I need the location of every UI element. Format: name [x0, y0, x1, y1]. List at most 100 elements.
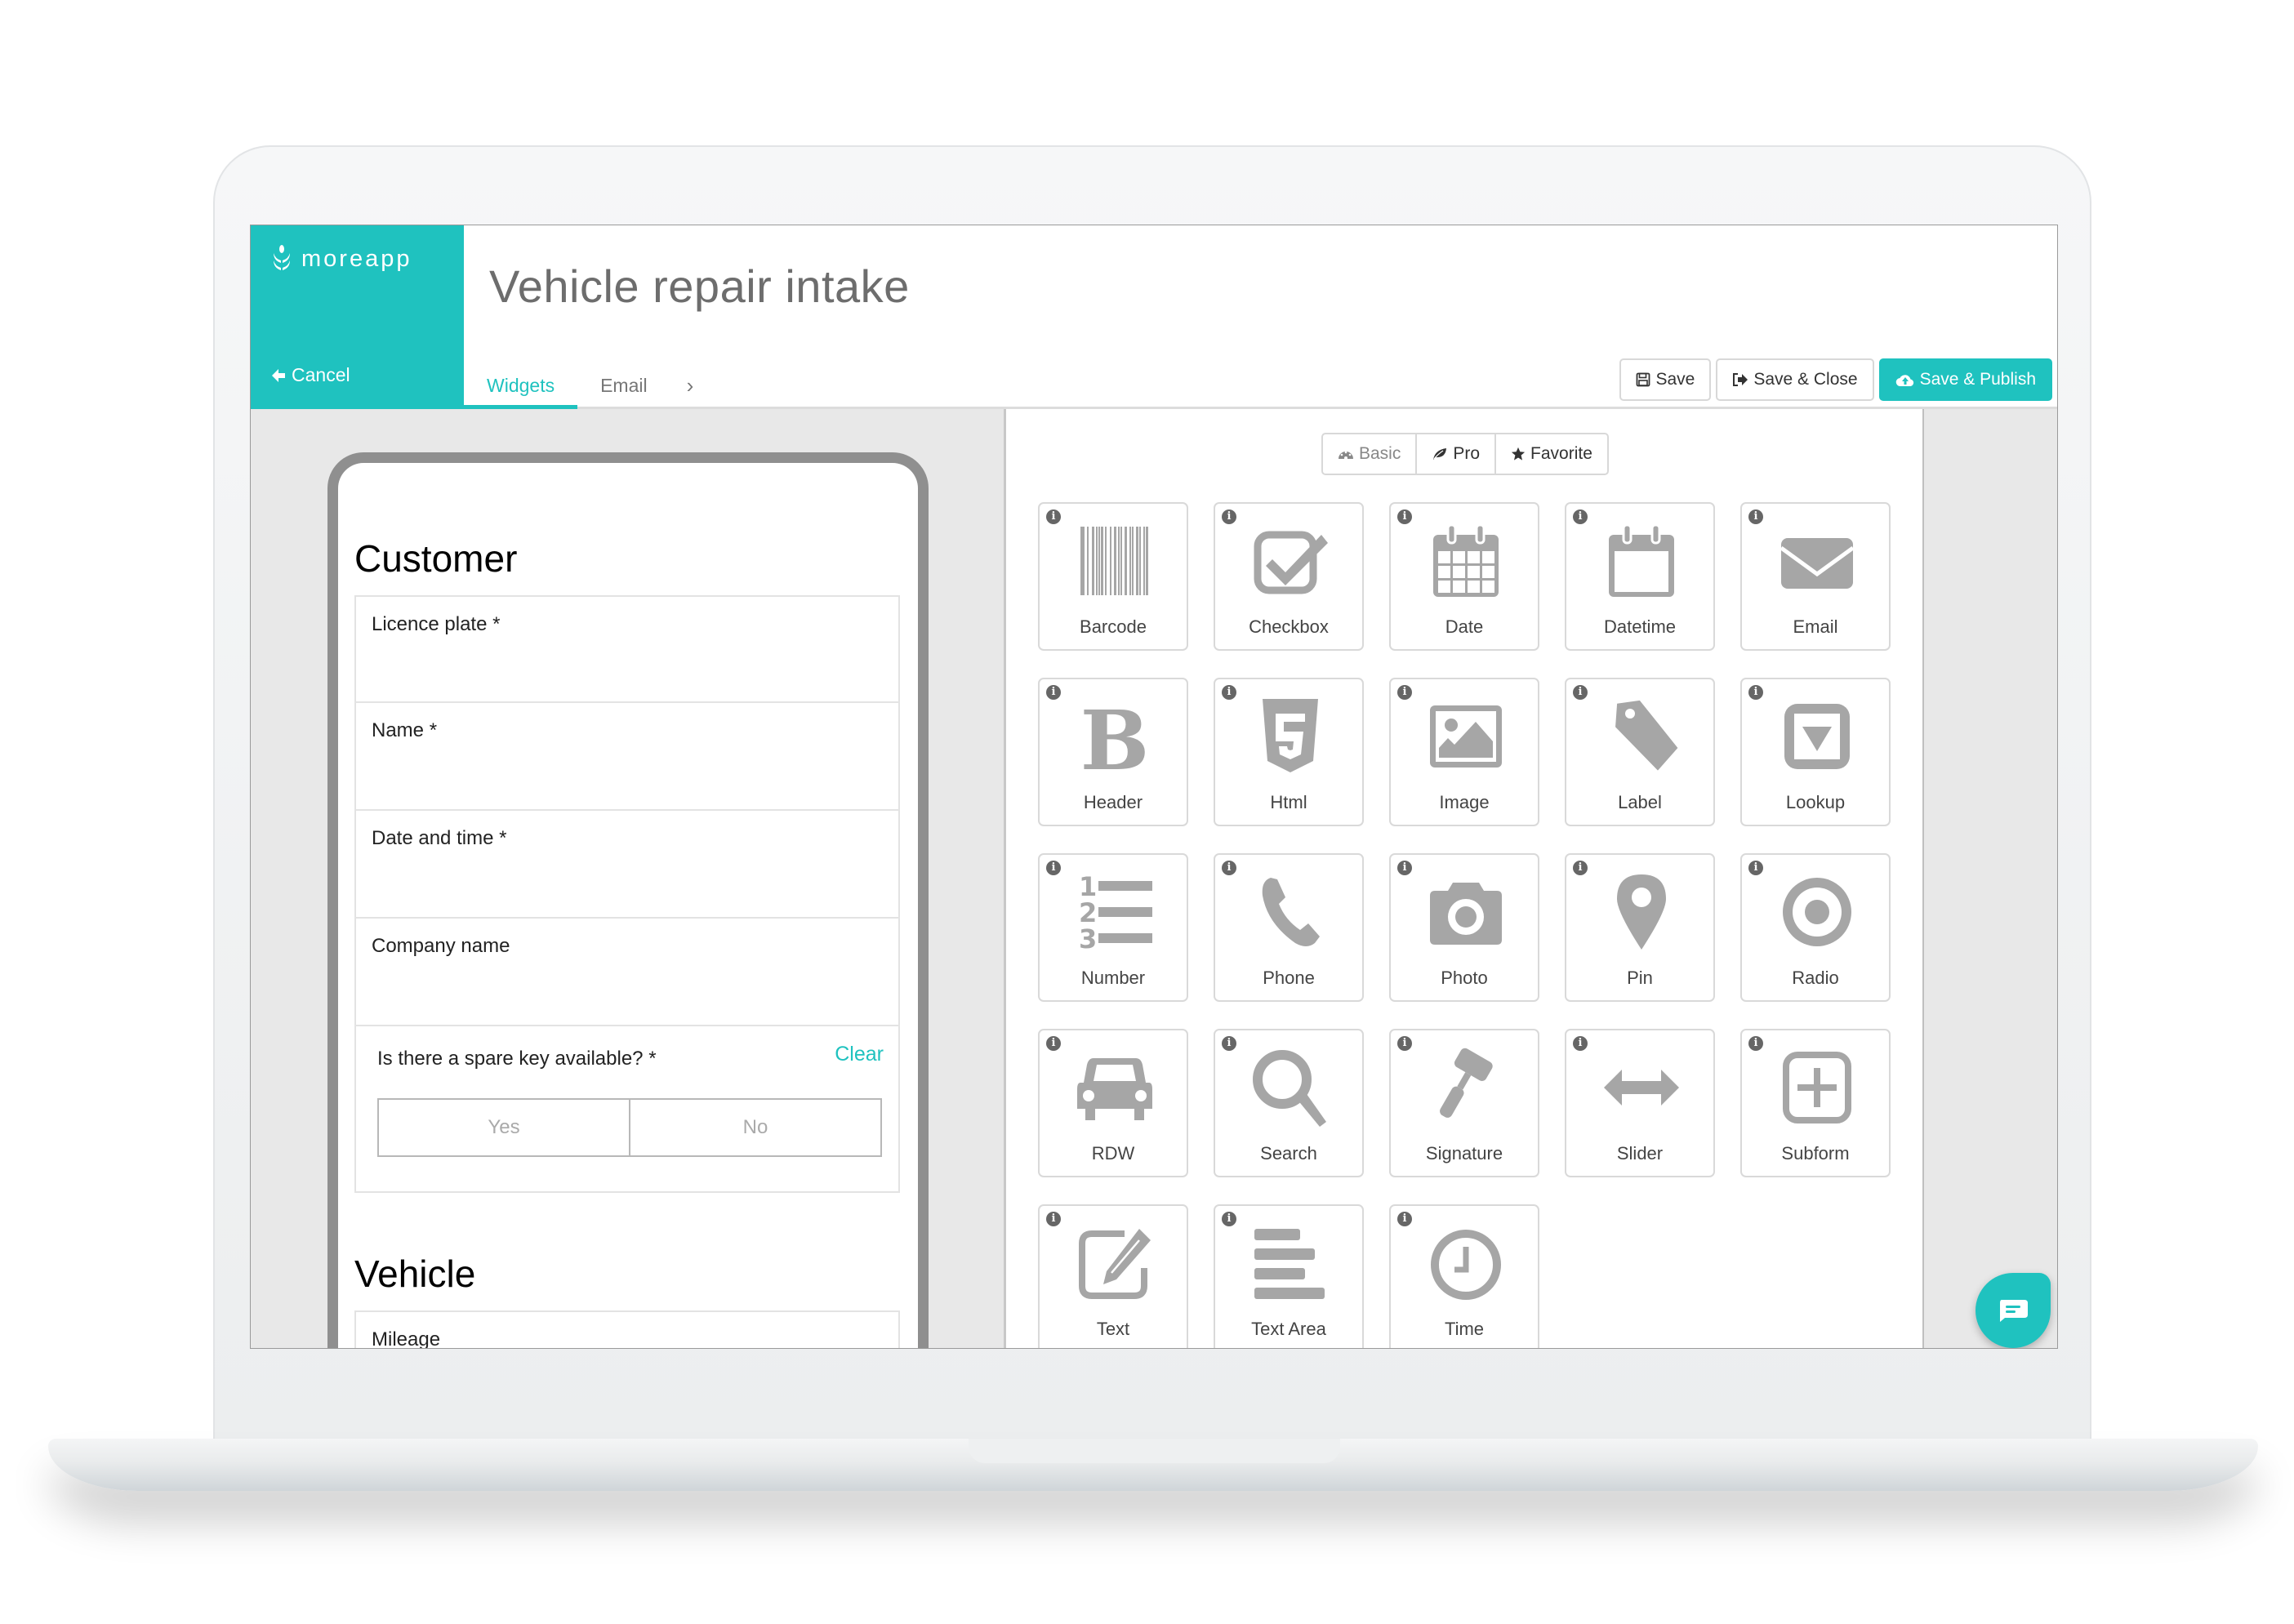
widget-tile-barcode[interactable]: i Barcode: [1038, 502, 1188, 651]
cancel-button[interactable]: Cancel: [270, 364, 350, 386]
search-icon: [1253, 1050, 1326, 1127]
slider-icon: [1604, 1070, 1679, 1106]
widget-tile-signature[interactable]: i Signature: [1389, 1029, 1539, 1177]
widget-tile-rdw[interactable]: i RDW: [1038, 1029, 1188, 1177]
field-spare-key: Is there a spare key available? * Clear …: [354, 1026, 900, 1193]
save-close-button[interactable]: Save & Close: [1716, 358, 1874, 401]
info-icon[interactable]: i: [1397, 861, 1412, 875]
info-icon[interactable]: i: [1222, 509, 1236, 524]
info-icon[interactable]: i: [1573, 1036, 1588, 1051]
section-title-customer: Customer: [354, 537, 518, 580]
widget-tile-image[interactable]: i Image: [1389, 678, 1539, 826]
dashboard-icon: [1339, 451, 1353, 460]
laptop-notch: [969, 1439, 1340, 1463]
radio-icon: [1783, 878, 1851, 946]
field-name[interactable]: Name *: [354, 703, 900, 811]
filter-basic[interactable]: Basic: [1323, 434, 1415, 474]
widget-label: Subform: [1781, 1143, 1850, 1163]
widget-tile-search[interactable]: i Search: [1214, 1029, 1364, 1177]
brand-logo[interactable]: moreapp: [272, 245, 412, 273]
widget-tile-label[interactable]: i Label: [1565, 678, 1715, 826]
info-icon[interactable]: i: [1222, 861, 1236, 875]
field-licence-plate[interactable]: Licence plate *: [354, 595, 900, 703]
widget-tile-datetime[interactable]: i Datetime: [1565, 502, 1715, 651]
customer-fields: Licence plate * Name * Date and time * C…: [354, 595, 900, 1193]
save-button[interactable]: Save: [1619, 358, 1712, 401]
info-icon[interactable]: i: [1397, 509, 1412, 524]
html-icon: [1263, 699, 1318, 772]
chevron-right-icon[interactable]: ›: [670, 364, 710, 407]
filter-favorite[interactable]: Favorite: [1494, 434, 1607, 474]
widget-tile-radio[interactable]: i Radio: [1740, 853, 1891, 1002]
info-icon[interactable]: i: [1046, 509, 1061, 524]
info-icon[interactable]: i: [1397, 1212, 1412, 1226]
gavel-icon: [1440, 1048, 1493, 1118]
widget-label: Search: [1260, 1143, 1317, 1163]
right-gutter: [1922, 409, 2057, 1348]
filter-basic-label: Basic: [1359, 444, 1401, 463]
widget-tile-subform[interactable]: i Subform: [1740, 1029, 1891, 1177]
widget-tile-lookup[interactable]: i Lookup: [1740, 678, 1891, 826]
widget-tile-phone[interactable]: i Phone: [1214, 853, 1364, 1002]
info-icon[interactable]: i: [1573, 509, 1588, 524]
info-icon[interactable]: i: [1046, 1036, 1061, 1051]
info-icon[interactable]: i: [1748, 685, 1763, 700]
save-publish-label: Save & Publish: [1919, 370, 2036, 389]
info-icon[interactable]: i: [1573, 685, 1588, 700]
field-date-time[interactable]: Date and time *: [354, 811, 900, 919]
info-icon[interactable]: i: [1222, 1036, 1236, 1051]
info-icon[interactable]: i: [1748, 1036, 1763, 1051]
widget-tile-text-area[interactable]: i Text Area: [1214, 1204, 1364, 1348]
field-company-name[interactable]: Company name: [354, 919, 900, 1026]
widget-tile-header[interactable]: i B Header: [1038, 678, 1188, 826]
sign-out-icon: [1733, 373, 1748, 386]
info-icon[interactable]: i: [1573, 861, 1588, 875]
leaf-icon: [1433, 448, 1447, 460]
time-icon: [1431, 1230, 1501, 1300]
widget-label: Pin: [1627, 968, 1653, 988]
chat-button[interactable]: [1976, 1273, 2051, 1348]
info-icon[interactable]: i: [1397, 1036, 1412, 1051]
widget-tile-checkbox[interactable]: i Checkbox: [1214, 502, 1364, 651]
info-icon[interactable]: i: [1046, 1212, 1061, 1226]
car-icon: [1077, 1058, 1152, 1120]
widget-tile-html[interactable]: i Html: [1214, 678, 1364, 826]
clear-button[interactable]: Clear: [835, 1043, 884, 1066]
info-icon[interactable]: i: [1748, 509, 1763, 524]
widget-tile-email[interactable]: i Email: [1740, 502, 1891, 651]
widget-label: Barcode: [1080, 616, 1147, 637]
lookup-icon: [1784, 704, 1850, 769]
option-yes[interactable]: Yes: [379, 1100, 629, 1155]
cancel-label: Cancel: [292, 364, 350, 385]
save-close-label: Save & Close: [1753, 370, 1858, 389]
widget-tile-slider[interactable]: i Slider: [1565, 1029, 1715, 1177]
info-icon[interactable]: i: [1397, 685, 1412, 700]
email-icon: [1780, 538, 1855, 589]
field-mileage[interactable]: Mileage: [354, 1310, 900, 1348]
tab-widgets[interactable]: Widgets: [464, 364, 578, 409]
widget-label: Signature: [1425, 1143, 1503, 1163]
widget-tile-time[interactable]: i Time: [1389, 1204, 1539, 1348]
save-publish-button[interactable]: Save & Publish: [1878, 358, 2052, 401]
app-screen: moreapp Cancel Vehicle repair intake Wid…: [250, 225, 2058, 1349]
widget-label: Slider: [1616, 1143, 1664, 1163]
section-title-vehicle: Vehicle: [354, 1252, 476, 1295]
widget-tile-date[interactable]: i Date: [1389, 502, 1539, 651]
phone-icon: [1262, 878, 1320, 946]
info-icon[interactable]: i: [1222, 1212, 1236, 1226]
tab-email[interactable]: Email: [577, 364, 670, 407]
filter-pro[interactable]: Pro: [1415, 434, 1494, 474]
widget-tile-photo[interactable]: i Photo: [1389, 853, 1539, 1002]
info-icon[interactable]: i: [1748, 861, 1763, 875]
info-icon[interactable]: i: [1222, 685, 1236, 700]
form-preview-panel: Customer Licence plate * Name * Date and…: [251, 409, 1004, 1348]
image-icon: [1430, 705, 1502, 768]
widget-tile-number[interactable]: i 1 2 3 Number: [1038, 853, 1188, 1002]
widget-label: Text: [1096, 1319, 1130, 1339]
widget-tile-text[interactable]: i Text: [1038, 1204, 1188, 1348]
option-no[interactable]: No: [629, 1100, 880, 1155]
widget-tile-pin[interactable]: i Pin: [1565, 853, 1715, 1002]
widget-label: Radio: [1792, 968, 1839, 988]
info-icon[interactable]: i: [1046, 685, 1061, 700]
info-icon[interactable]: i: [1046, 861, 1061, 875]
